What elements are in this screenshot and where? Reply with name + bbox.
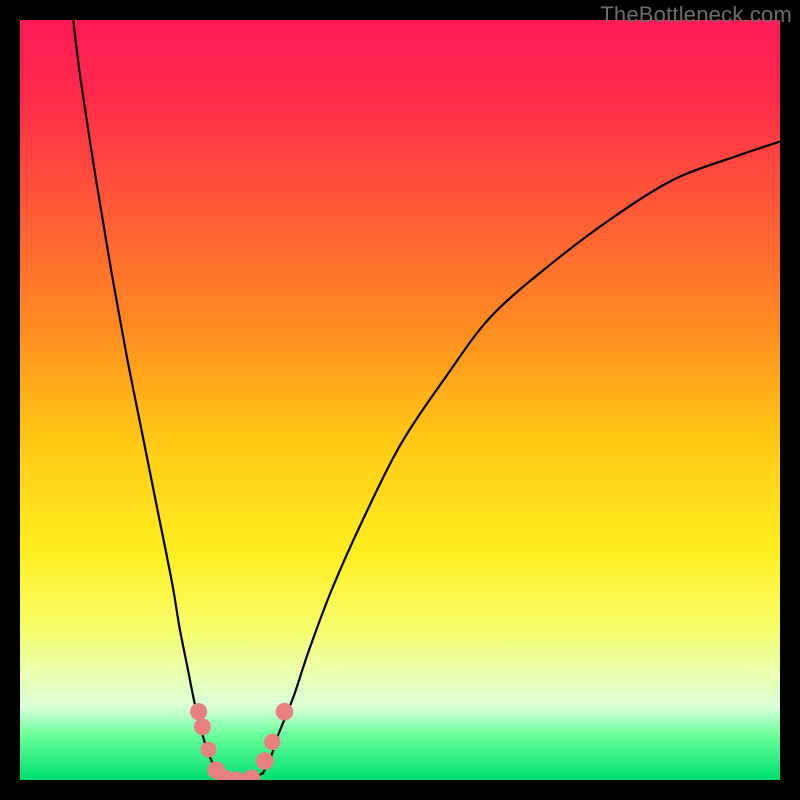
gradient-background (20, 20, 780, 780)
data-marker (201, 742, 217, 758)
chart-svg (20, 20, 780, 780)
data-marker (256, 752, 274, 770)
data-marker (276, 703, 294, 721)
chart-frame: TheBottleneck.com (0, 0, 800, 800)
plot-area (20, 20, 780, 780)
data-marker (194, 718, 211, 735)
data-marker (264, 734, 280, 750)
data-marker (190, 703, 207, 720)
watermark-text: TheBottleneck.com (600, 2, 792, 28)
